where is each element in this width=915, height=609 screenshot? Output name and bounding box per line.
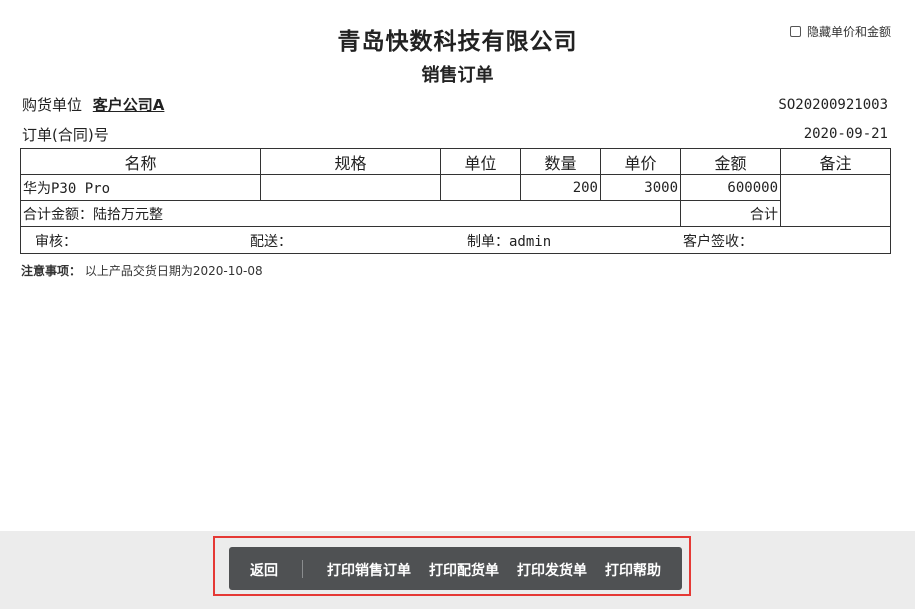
notice: 注意事项： 以上产品交货日期为2020-10-08 — [21, 262, 263, 279]
cell-amount: 600000 — [680, 174, 781, 201]
delivery-label: 配送： — [250, 234, 292, 250]
col-header-spec: 规格 — [260, 148, 441, 175]
col-header-price: 单价 — [600, 148, 681, 175]
total-amount-words: 合计金额：陆拾万元整 — [20, 200, 681, 227]
cell-qty: 200 — [520, 174, 601, 201]
buyer-label: 购货单位 — [22, 96, 83, 114]
print-sales-order-button[interactable]: 打印销售订单 — [327, 560, 411, 580]
buyer-info: 购货单位 客户公司A — [22, 94, 164, 115]
toolbar-divider — [302, 560, 303, 578]
table-row: 华为P30 Pro 200 3000 600000 — [20, 174, 891, 227]
total-row: 合计金额：陆拾万元整 合计 600000 — [20, 200, 891, 227]
order-document: 青岛快数科技有限公司 销售订单 隐藏单价和金额 购货单位 客户公司A SO202… — [0, 0, 915, 531]
back-button[interactable]: 返回 — [250, 560, 278, 580]
company-name: 青岛快数科技有限公司 — [337, 29, 578, 55]
notice-label: 注意事项： — [21, 264, 82, 278]
order-date: 2020-09-21 — [803, 126, 888, 142]
col-header-unit: 单位 — [440, 148, 521, 175]
hide-price-toggle[interactable]: 隐藏单价和金额 — [789, 23, 891, 40]
checkbox-icon[interactable] — [789, 26, 801, 37]
notice-text: 以上产品交货日期为2020-10-08 — [84, 264, 263, 278]
print-picking-list-button[interactable]: 打印配货单 — [429, 560, 499, 580]
contract-label: 订单(合同)号 — [22, 126, 109, 144]
print-delivery-note-button[interactable]: 打印发货单 — [517, 560, 587, 580]
cell-spec — [260, 174, 441, 201]
cell-price: 3000 — [600, 174, 681, 201]
items-table: 名称 规格 单位 数量 单价 金额 备注 华为P30 Pro 200 3000 … — [20, 148, 891, 254]
sign-cell: 审核： 配送： 制单：admin 客户签收： — [20, 226, 891, 254]
col-header-name: 名称 — [20, 148, 261, 175]
customer-sign-label: 客户签收： — [683, 234, 753, 250]
sign-row: 审核： 配送： 制单：admin 客户签收： — [20, 226, 891, 254]
col-header-qty: 数量 — [520, 148, 601, 175]
cell-remark — [780, 174, 891, 227]
table-header-row: 名称 规格 单位 数量 单价 金额 备注 — [20, 148, 891, 175]
col-header-amount: 金额 — [680, 148, 781, 175]
cell-name: 华为P30 Pro — [20, 174, 261, 201]
col-header-remark: 备注 — [780, 148, 891, 175]
hide-price-label: 隐藏单价和金额 — [806, 25, 891, 39]
buyer-name: 客户公司A — [92, 96, 165, 114]
print-toolbar: 返回 打印销售订单 打印配货单 打印发货单 打印帮助 — [229, 547, 682, 590]
subtotal-label: 合计 — [680, 200, 781, 227]
cell-unit — [440, 174, 521, 201]
document-title: 销售订单 — [421, 65, 494, 86]
print-help-button[interactable]: 打印帮助 — [605, 560, 661, 580]
order-number: SO20200921003 — [778, 97, 888, 113]
maker-label: 制单：admin — [467, 234, 552, 250]
review-label: 审核： — [35, 234, 77, 250]
